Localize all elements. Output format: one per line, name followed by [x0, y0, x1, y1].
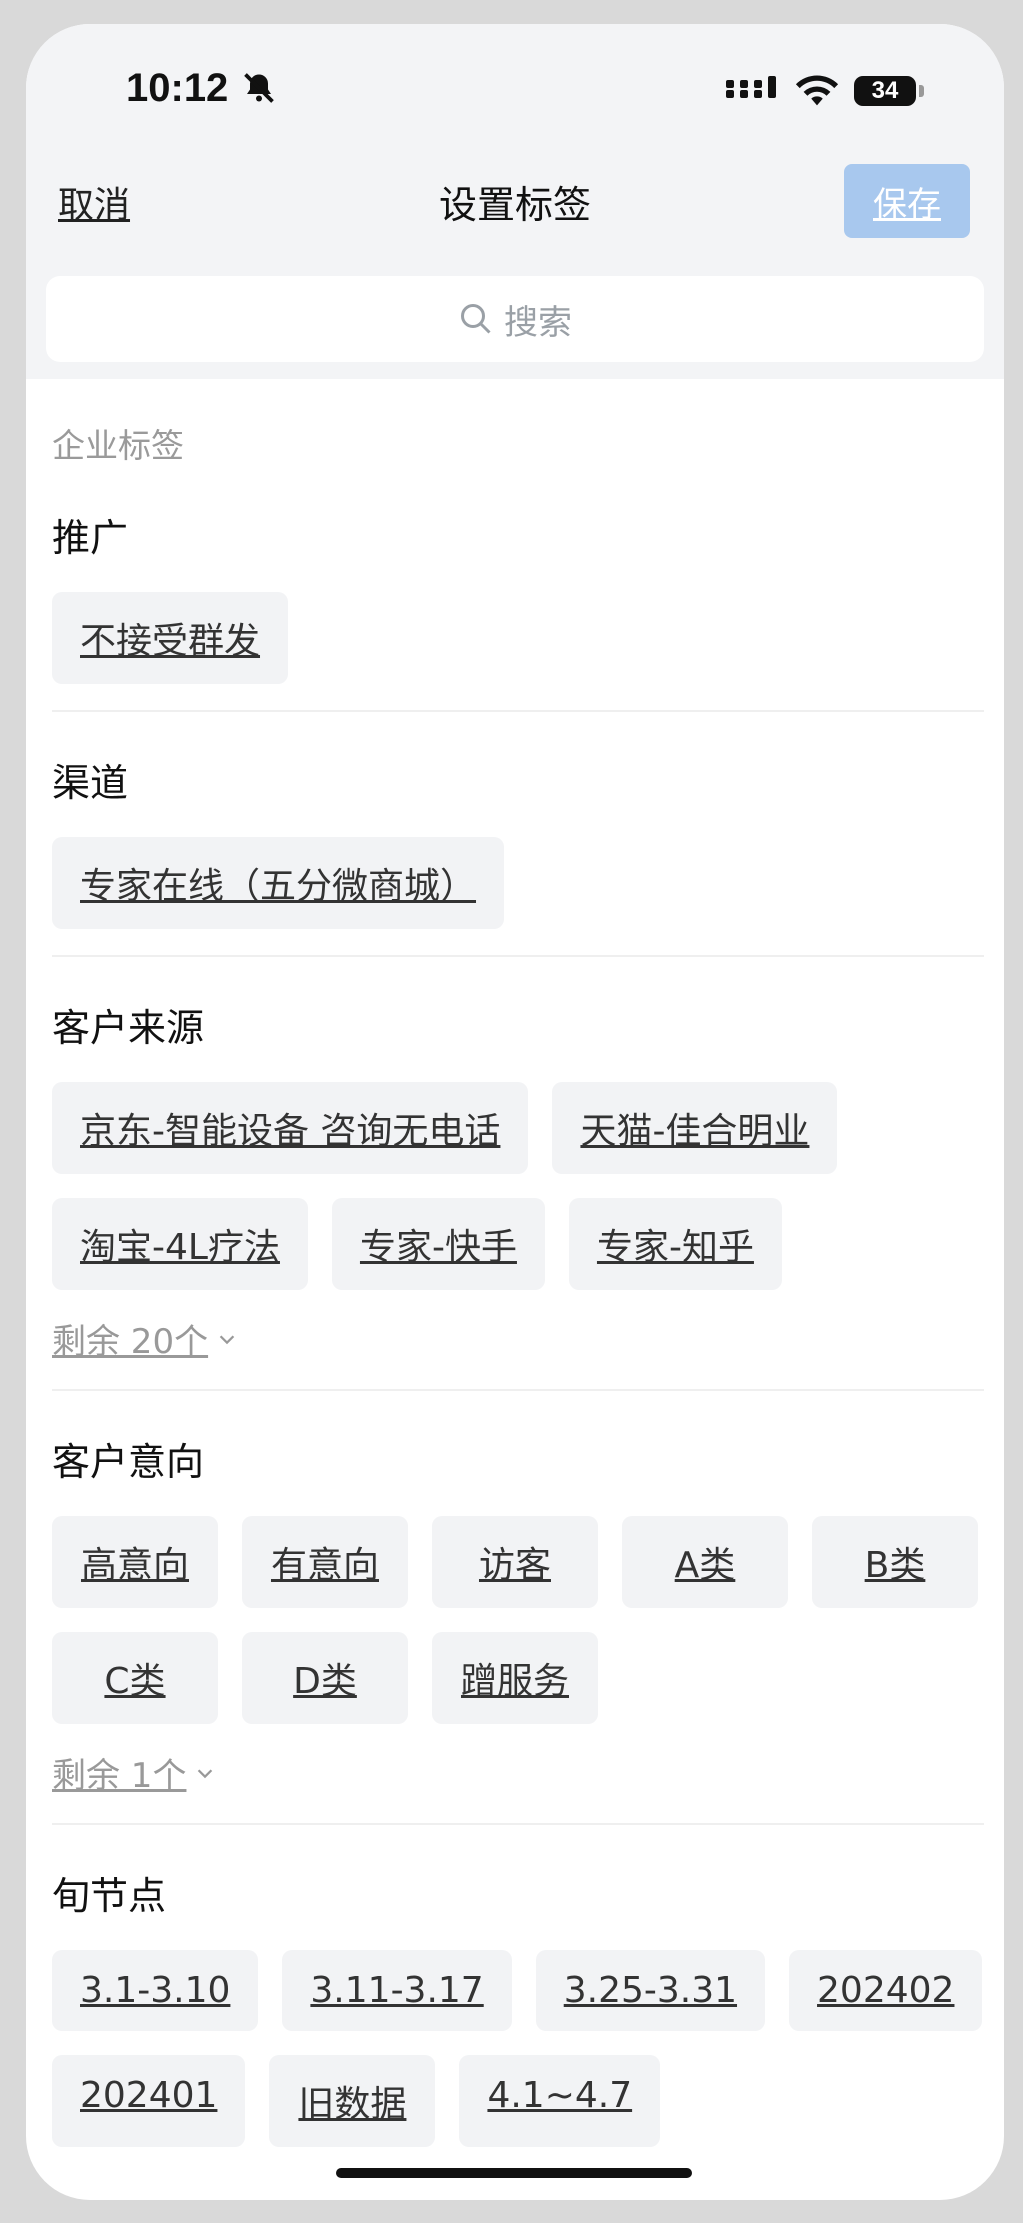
tag-chip[interactable]: 专家在线（五分微商城）	[52, 837, 505, 929]
tag-chip[interactable]: 专家-知乎	[568, 1198, 782, 1290]
group-title: 旬节点	[52, 1874, 167, 1918]
tag-list: 专家在线（五分微商城）	[52, 837, 984, 929]
tag-chip[interactable]: 3.11-3.17	[282, 1950, 512, 2031]
group-title: 客户意向	[52, 1440, 205, 1484]
search-input[interactable]: 搜索	[46, 276, 984, 362]
tag-group: 旬节点 3.1-3.10 3.11-3.17 3.25-3.31 202402 20240…	[52, 1865, 984, 2173]
tag-chip[interactable]: 3.1-3.10	[52, 1950, 259, 2031]
tag-chip[interactable]: 高意向	[52, 1516, 218, 1608]
tag-list: 不接受群发	[52, 592, 984, 684]
show-more-link[interactable]: 剩余 20个	[52, 1314, 238, 1363]
group-title: 渠道	[52, 761, 129, 805]
tag-chip[interactable]: 3.25-3.31	[535, 1950, 766, 2031]
bell-muted-icon	[244, 73, 274, 103]
tag-chip[interactable]: 旧数据	[269, 2055, 436, 2147]
tag-list: 3.1-3.10 3.11-3.17 3.25-3.31 202402 202401 旧数…	[52, 1950, 984, 2147]
show-more-label: 剩余 20个	[52, 1322, 209, 1362]
search-icon	[461, 304, 491, 334]
tag-chip[interactable]: 4.1~4.7	[459, 2055, 661, 2147]
tag-chip[interactable]: 不接受群发	[52, 592, 289, 684]
status-time: 10:12	[126, 66, 229, 110]
wifi-icon	[795, 75, 839, 106]
tag-chip[interactable]: A类	[622, 1516, 788, 1608]
chevron-down-icon	[198, 1768, 213, 1778]
tag-chip[interactable]: 专家-快手	[331, 1198, 545, 1290]
tag-chip[interactable]: D类	[242, 1632, 408, 1724]
tag-list: 京东-智能设备 咨询无电话 天猫-佳合明业淘宝-4L疗法 专家-快手 专家-知乎	[52, 1082, 984, 1290]
section-label: 企业标签	[52, 426, 184, 465]
battery-icon: 34	[854, 76, 916, 106]
top-bar: 10:12 34 取消 设置标签 保存 搜索	[26, 24, 1004, 379]
show-more-label: 剩余 1个	[52, 1756, 187, 1796]
home-indicator	[336, 2168, 692, 2178]
tag-chip[interactable]: 访客	[432, 1516, 598, 1608]
group-title: 客户来源	[52, 1006, 205, 1050]
tag-group: 渠道专家在线（五分微商城）	[52, 752, 984, 957]
tag-group: 客户来源京东-智能设备 咨询无电话 天猫-佳合明业淘宝-4L疗法 专家-快手 专家-知…	[52, 997, 984, 1391]
group-title: 推广	[52, 516, 129, 560]
tag-groups: 推广不接受群发渠道专家在线（五分微商城） 客户来源京东-智能设备 咨询无电话 天猫-…	[52, 507, 984, 2173]
tag-content: 企业标签 推广不接受群发渠道专家在线（五分微商城） 客户来源京东-智能设备 咨询无…	[26, 419, 1004, 2173]
show-more-link[interactable]: 剩余 1个	[52, 1748, 216, 1797]
chevron-down-icon	[219, 1334, 235, 1344]
tag-chip[interactable]: 有意向	[242, 1516, 408, 1608]
tag-chip[interactable]: 天猫-佳合明业	[552, 1082, 838, 1174]
save-button[interactable]: 保存	[844, 164, 970, 238]
battery-level: 34	[871, 77, 899, 104]
tag-group: 推广 不接受群发	[52, 507, 984, 712]
tag-chip[interactable]: B类	[812, 1516, 978, 1608]
tag-chip[interactable]: 202401	[52, 2055, 246, 2147]
tag-list: 高意向 有意向 访客 A类 B类 C类 D类 蹭服务	[52, 1516, 984, 1724]
tag-chip[interactable]: 202402	[789, 1950, 983, 2031]
tag-chip[interactable]: 淘宝-4L疗法	[52, 1198, 308, 1290]
tag-chip[interactable]: 京东-智能设备 咨询无电话	[52, 1082, 529, 1174]
phone-screen: 10:12 34 取消 设置标签 保存 搜索 企业标签 推广 不接受群发 渠道 …	[26, 24, 1004, 2200]
search-placeholder: 搜索	[504, 302, 572, 343]
battery-tip	[919, 85, 924, 97]
tag-group: 客户意向高意向 有意向 访客 A类 B类 C类 D类 蹭服务剩余 1个	[52, 1431, 984, 1825]
tag-chip[interactable]: 蹭服务	[432, 1632, 598, 1724]
tag-chip[interactable]: C类	[52, 1632, 218, 1724]
status-bar: 10:12 34	[26, 64, 1004, 124]
signal-icon	[726, 76, 776, 98]
